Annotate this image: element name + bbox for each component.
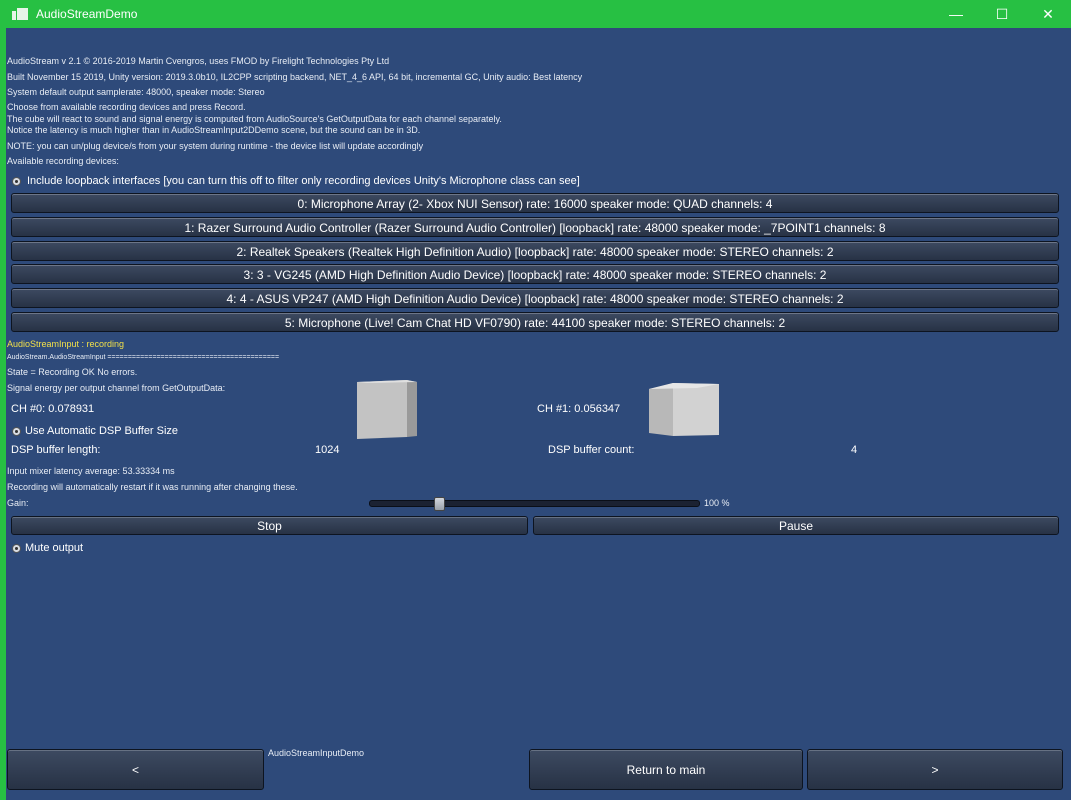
channel-0-energy: CH #0: 0.078931: [11, 403, 95, 415]
loopback-toggle[interactable]: Include loopback interfaces [you can tur…: [12, 175, 580, 187]
mute-toggle[interactable]: Mute output: [12, 542, 83, 554]
gain-slider[interactable]: [369, 497, 700, 511]
channel-1-cube: [649, 383, 719, 436]
cube-explanation: The cube will react to sound and signal …: [7, 114, 502, 124]
gain-slider-thumb[interactable]: [434, 497, 445, 511]
loopback-toggle-label: Include loopback interfaces [you can tur…: [27, 175, 580, 187]
previous-scene-button[interactable]: <: [7, 749, 264, 790]
toggle-indicator[interactable]: [12, 176, 21, 186]
device-button-4[interactable]: 4: 4 - ASUS VP247 (AMD High Definition A…: [11, 288, 1059, 308]
app-icon: [12, 8, 28, 20]
channel-0-cube: [357, 380, 417, 439]
toggle-indicator[interactable]: [12, 426, 21, 436]
auto-dsp-toggle[interactable]: Use Automatic DSP Buffer Size: [12, 425, 178, 437]
scene-name: AudioStreamInputDemo: [268, 748, 365, 758]
dsp-count-label: DSP buffer count:: [548, 444, 635, 456]
state-text: State = Recording OK No errors.: [7, 367, 138, 377]
recording-status: AudioStreamInput : recording: [7, 339, 125, 349]
samplerate-info: System default output samplerate: 48000,…: [7, 87, 265, 97]
dsp-count-value[interactable]: 4: [851, 444, 857, 456]
minimize-button[interactable]: —: [933, 0, 979, 28]
device-button-3[interactable]: 3: 3 - VG245 (AMD High Definition Audio …: [11, 264, 1059, 284]
device-button-5[interactable]: 5: Microphone (Live! Cam Chat HD VF0790)…: [11, 312, 1059, 332]
auto-dsp-label: Use Automatic DSP Buffer Size: [25, 425, 179, 437]
devices-header: Available recording devices:: [7, 156, 119, 166]
plug-note: NOTE: you can un/plug device/s from your…: [7, 141, 424, 151]
energy-header: Signal energy per output channel from Ge…: [7, 383, 226, 393]
version-info: AudioStream v 2.1 © 2016-2019 Martin Cve…: [7, 56, 390, 66]
restart-note: Recording will automatically restart if …: [7, 482, 298, 492]
title-bar[interactable]: AudioStreamDemo — ☐ ✕: [0, 0, 1071, 28]
dsp-length-label: DSP buffer length:: [11, 444, 101, 456]
toggle-indicator[interactable]: [12, 543, 21, 553]
log-line: AudioStream.AudioStreamInput ===========…: [7, 354, 280, 361]
latency-note: Notice the latency is much higher than i…: [7, 125, 421, 135]
device-button-0[interactable]: 0: Microphone Array (2- Xbox NUI Sensor)…: [11, 193, 1059, 213]
latency-average: Input mixer latency average: 53.33334 ms: [7, 466, 175, 476]
stop-button[interactable]: Stop: [11, 516, 528, 535]
gain-value: 100 %: [704, 498, 730, 508]
gain-label: Gain:: [7, 498, 29, 508]
close-button[interactable]: ✕: [1025, 0, 1071, 28]
maximize-button[interactable]: ☐: [979, 0, 1025, 28]
next-scene-button[interactable]: >: [807, 749, 1063, 790]
instructions-line: Choose from available recording devices …: [7, 102, 246, 112]
return-to-main-button[interactable]: Return to main: [529, 749, 803, 790]
build-info: Built November 15 2019, Unity version: 2…: [7, 72, 583, 82]
channel-1-energy: CH #1: 0.056347: [537, 403, 621, 415]
mute-label: Mute output: [25, 542, 84, 554]
device-button-1[interactable]: 1: Razer Surround Audio Controller (Raze…: [11, 217, 1059, 237]
dsp-length-value[interactable]: 1024: [315, 444, 339, 456]
device-button-2[interactable]: 2: Realtek Speakers (Realtek High Defini…: [11, 241, 1059, 261]
window-title: AudioStreamDemo: [36, 7, 138, 21]
pause-button[interactable]: Pause: [533, 516, 1059, 535]
